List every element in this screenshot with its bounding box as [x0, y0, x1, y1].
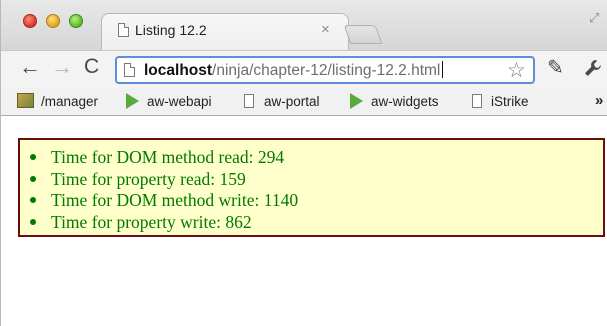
bullet-icon [30, 154, 36, 160]
result-text: Time for DOM method read: 294 [51, 147, 285, 167]
page-icon [472, 94, 482, 108]
results-list: Time for DOM method read: 294 Time for p… [30, 147, 298, 233]
page-icon [244, 94, 254, 108]
bookmarks-bar: /manager aw-webapi aw-portal aw-widgets … [1, 88, 607, 116]
more-bookmarks-chevron-icon[interactable]: » [595, 92, 603, 109]
bookmark-aw-portal[interactable]: aw-portal [264, 94, 320, 109]
list-item: Time for DOM method read: 294 [30, 147, 298, 169]
bookmark-aw-widgets[interactable]: aw-widgets [371, 94, 439, 109]
list-item: Time for property read: 159 [30, 169, 298, 191]
close-window-button[interactable] [23, 14, 37, 28]
play-icon [350, 93, 363, 109]
pen-icon[interactable]: ✎ [547, 58, 564, 78]
forward-button[interactable]: → [51, 56, 73, 78]
url-text[interactable]: localhost/ninja/chapter-12/listing-12.2.… [144, 61, 444, 80]
play-icon [126, 93, 139, 109]
fullscreen-icon[interactable]: ⤢ [589, 10, 599, 26]
bookmark-aw-webapi[interactable]: aw-webapi [147, 94, 212, 109]
bullet-icon [30, 218, 36, 225]
result-text: Time for property read: 159 [51, 168, 246, 189]
bookmark-manager[interactable]: /manager [41, 94, 98, 109]
result-text: Time for property write: 862 [51, 211, 252, 232]
url-path: /ninja/chapter-12/listing-12.2.html [212, 62, 441, 79]
list-item: Time for property write: 862 [30, 212, 298, 234]
wrench-icon[interactable] [583, 58, 603, 82]
back-button[interactable]: ← [19, 56, 41, 78]
bookmark-istrike[interactable]: iStrike [491, 94, 529, 109]
page-icon [118, 23, 129, 37]
bookmark-star-icon[interactable]: ☆ [507, 58, 526, 83]
tab-strip: Listing 12.2 × ⤢ [1, 0, 607, 50]
text-caret [442, 61, 444, 78]
bullet-icon [30, 197, 36, 203]
bullet-icon [30, 175, 36, 182]
tab-title: Listing 12.2 [135, 22, 207, 38]
wrench-icon-svg [585, 60, 601, 76]
new-tab-button[interactable] [343, 25, 383, 44]
page-icon [124, 63, 135, 77]
tab-active[interactable]: Listing 12.2 × [101, 13, 349, 50]
result-text: Time for DOM method write: 1140 [51, 190, 299, 210]
close-tab-icon[interactable]: × [321, 21, 330, 38]
reload-button[interactable]: C [84, 56, 99, 78]
address-bar[interactable]: localhost/ninja/chapter-12/listing-12.2.… [115, 56, 535, 84]
minimize-window-button[interactable] [46, 14, 60, 28]
results-box: Time for DOM method read: 294 Time for p… [18, 138, 605, 237]
image-icon [17, 93, 34, 108]
page-content: Time for DOM method read: 294 Time for p… [1, 117, 607, 326]
list-item: Time for DOM method write: 1140 [30, 190, 298, 212]
browser-window: Listing 12.2 × ⤢ ← → C localhost/ninja/c… [0, 0, 607, 326]
url-host: localhost [144, 62, 213, 79]
toolbar: ← → C localhost/ninja/chapter-12/listing… [1, 50, 607, 88]
zoom-window-button[interactable] [69, 14, 83, 28]
